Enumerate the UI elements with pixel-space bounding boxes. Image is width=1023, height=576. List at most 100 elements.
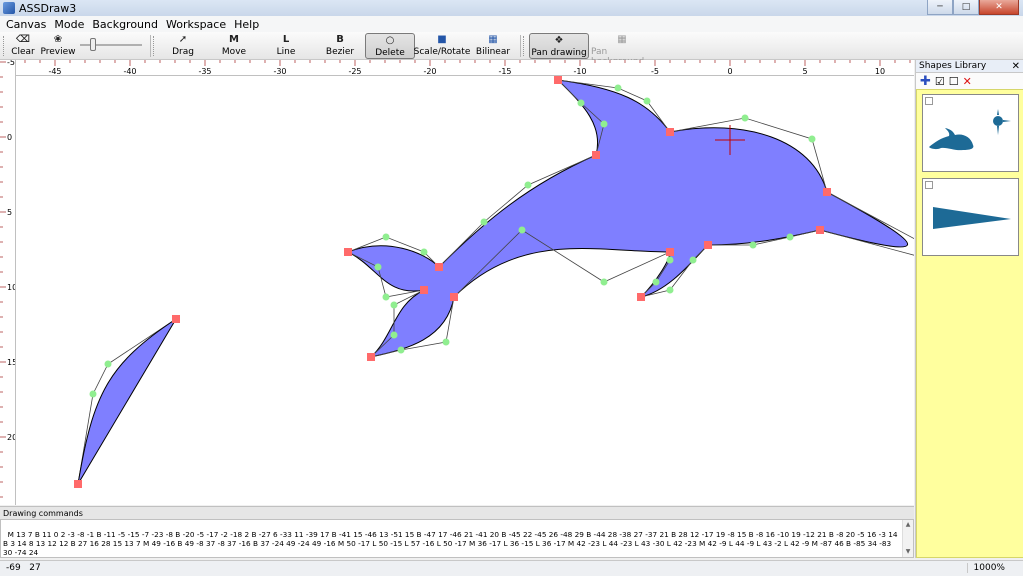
ruler-label: 10 [875,67,885,76]
toolbar-separator [150,35,151,57]
cursor-coordinates: -69 27 [6,563,41,573]
ruler-label: 10 [7,283,16,292]
check-all-icon[interactable]: ☑ [935,75,945,88]
ruler-label: -5 [7,60,15,67]
window-controls: ─ □ ✕ [927,0,1019,15]
ruler-label: -45 [48,67,61,76]
ruler-label: 0 [7,133,12,142]
ruler-label: -40 [123,67,136,76]
delete-label: Delete [375,48,405,58]
ruler-label: 5 [7,208,12,217]
toolbar-grip[interactable] [153,36,156,56]
line-tool[interactable]: L Line [270,33,302,59]
menu-canvas[interactable]: Canvas [2,18,50,31]
ruler-label: -20 [423,67,436,76]
sliver-shape[interactable] [77,318,177,485]
close-button[interactable]: ✕ [979,0,1019,15]
bezier-icon: B [336,34,344,45]
clear-label: Clear [11,47,35,57]
preview-zoom-slider[interactable] [80,38,142,51]
ruler-label: -30 [273,67,286,76]
bilinear-tool[interactable]: ▦ Bilinear [475,33,511,59]
vertical-ruler: -5 0 5 10 15 20 [0,60,16,505]
slider-thumb[interactable] [90,38,97,51]
menu-background[interactable]: Background [88,18,162,31]
move-tool[interactable]: M Move [216,33,252,59]
shapes-library-header: Shapes Library ✕ [916,60,1023,73]
shapes-library-list [916,89,1023,558]
move-label: Move [221,47,247,57]
shape-checkbox[interactable] [925,97,933,105]
add-shape-icon[interactable]: ✚ [920,74,931,89]
preview-label: Preview [40,47,76,57]
drawing-commands-textbox[interactable]: M 13 7 B 11 0 2 -3 -8 -1 B -11 -5 -15 -7… [0,519,914,558]
pan-drawing-label: Pan drawing [531,48,587,58]
minimize-button[interactable]: ─ [927,0,953,15]
uncheck-all-icon[interactable]: ☐ [949,75,959,88]
app-icon [3,2,15,14]
scale-rotate-icon: ■ [437,34,447,45]
toolbar-grip[interactable] [3,36,6,56]
maximize-button[interactable]: □ [953,0,979,15]
bezier-label: Bezier [325,47,355,57]
ruler-label: 15 [7,358,16,367]
pan-drawing-icon: ❖ [554,35,564,46]
preview-icon: ❀ [53,34,63,45]
drag-tool[interactable]: ➚ Drag [165,33,201,59]
toolbar: ⌫ Clear ❀ Preview ➚ Drag M Move L Line B… [0,32,1023,67]
pan-drawing-tool[interactable]: ❖ Pan drawing [529,33,589,59]
pan-background-tool: ▦ Pan background [591,33,653,67]
window-title: ASSDraw3 [19,1,77,15]
status-bar: -69 27 1000% [0,560,1023,576]
cursor-x: -69 [6,563,21,573]
menu-mode[interactable]: Mode [50,18,88,31]
horizontal-ruler: -45 -40 -35 -30 -25 -20 -15 -10 -5 0 5 10 [16,60,914,76]
dolphin-shape[interactable] [346,79,908,358]
ruler-label: 5 [802,67,807,76]
ruler-label: -5 [651,67,659,76]
control-lines [77,79,914,485]
clear-icon: ⌫ [15,34,31,45]
drag-label: Drag [172,47,194,57]
title-bar: ASSDraw3 ─ □ ✕ [0,0,1023,16]
shapes-library-title: Shapes Library [919,61,987,71]
ruler-label: -15 [498,67,511,76]
commands-scrollbar[interactable]: ▲ ▼ [902,520,913,557]
ruler-label: 20 [7,433,16,442]
preview-button[interactable]: ❀ Preview [40,33,76,59]
ruler-label: -35 [198,67,211,76]
shape-checkbox[interactable] [925,181,933,189]
ruler-label: 0 [727,67,732,76]
clear-button[interactable]: ⌫ Clear [10,33,36,59]
close-panel-icon[interactable]: ✕ [1012,60,1020,73]
delete-tool[interactable]: ○ Delete [365,33,415,59]
drawing-canvas[interactable] [16,76,914,505]
wedge-thumbnail [933,207,1011,229]
ruler-label: -10 [573,67,586,76]
move-icon: M [229,34,239,45]
toolbar-separator [520,35,521,57]
line-label: Line [276,47,296,57]
menu-workspace[interactable]: Workspace [162,18,230,31]
drag-icon: ➚ [178,34,188,45]
toolbar-grip[interactable] [523,36,526,56]
delete-icon: ○ [385,35,395,46]
cursor-y: 27 [29,563,41,573]
zoom-level: 1000% [966,563,1005,573]
bezier-tool[interactable]: B Bezier [322,33,358,59]
menu-help[interactable]: Help [230,18,263,31]
ruler-label: -25 [348,67,361,76]
drawing-commands-label: Drawing commands [0,506,914,519]
library-shape-dolphin[interactable] [922,94,1019,172]
scale-rotate-tool[interactable]: ■ Scale/Rotate [414,33,471,59]
library-shape-wedge[interactable] [922,178,1019,256]
delete-shape-icon[interactable]: ✕ [963,75,972,88]
bilinear-icon: ▦ [488,34,498,45]
drawing-commands-text[interactable]: M 13 7 B 11 0 2 -3 -8 -1 B -11 -5 -15 -7… [3,530,900,557]
line-icon: L [282,34,290,45]
scale-rotate-label: Scale/Rotate [413,47,471,57]
shapes-library-panel: Shapes Library ✕ ✚ ☑ ☐ ✕ [915,60,1023,558]
shapes-library-toolbar: ✚ ☑ ☐ ✕ [916,73,1023,89]
bilinear-label: Bilinear [475,47,511,57]
menu-bar: Canvas Mode Background Workspace Help [0,16,1023,32]
